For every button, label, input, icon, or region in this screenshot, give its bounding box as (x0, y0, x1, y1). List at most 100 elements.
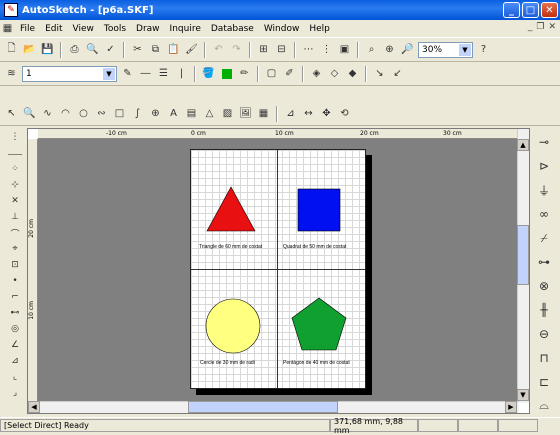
snap-ortho-icon[interactable]: ⌞ (8, 370, 23, 384)
line-style-icon[interactable]: ― (138, 66, 153, 81)
horizontal-scrollbar[interactable]: ◀ ▶ (28, 401, 519, 413)
scroll-left-icon[interactable]: ◀ (28, 401, 40, 413)
snap-endpoint-icon[interactable]: ⸺ (7, 146, 22, 160)
arc-icon[interactable]: ◠ (58, 106, 73, 121)
line-weight-icon[interactable]: ☰ (156, 66, 171, 81)
rotate-icon[interactable]: ⟲ (337, 106, 352, 121)
spellcheck-icon[interactable]: ✓ (103, 42, 118, 57)
scroll-up-icon[interactable]: ▲ (517, 139, 529, 151)
triangle-tool-icon[interactable]: △ (202, 106, 217, 121)
chevron-down-icon[interactable]: ▼ (103, 67, 115, 80)
fill-swatch-icon[interactable] (219, 66, 234, 81)
minimize-button[interactable]: _ (503, 2, 520, 18)
menu-database[interactable]: Database (206, 24, 259, 34)
dimension-tool-icon[interactable]: ↔ (301, 106, 316, 121)
zoom-window-icon[interactable]: ⌕ (364, 42, 379, 57)
line-end-icon[interactable]: | (174, 66, 189, 81)
snap-polar-icon[interactable]: ⊿ (8, 354, 23, 368)
zoom-icon[interactable]: 🔍 (22, 106, 37, 121)
menu-view[interactable]: View (68, 24, 99, 34)
yellow-circle[interactable] (204, 297, 262, 355)
menu-help[interactable]: Help (304, 24, 335, 34)
document-icon[interactable]: ▦ (0, 21, 15, 36)
close-button[interactable]: ✕ (541, 2, 558, 18)
scroll-right-icon[interactable]: ▶ (505, 401, 517, 413)
symbol-ground-icon[interactable]: ⏚ (537, 182, 552, 199)
curve-icon[interactable]: ∾ (94, 106, 109, 121)
paste-icon[interactable]: 📋 (166, 42, 181, 57)
ungroup-icon[interactable]: ⊟ (274, 42, 289, 57)
symbol-lamp-icon[interactable]: ⊗ (537, 278, 552, 295)
snap-tangent-icon[interactable]: ⌒ (8, 226, 23, 240)
menu-edit[interactable]: Edit (40, 24, 67, 34)
menu-window[interactable]: Window (259, 24, 305, 34)
polyline-icon[interactable]: ∿ (40, 106, 55, 121)
edit-icon[interactable]: ✐ (282, 66, 297, 81)
symbol-diode-icon[interactable]: ⊳ (537, 158, 552, 175)
grid-icon[interactable]: ⋯ (301, 42, 316, 57)
snap-center-icon[interactable]: ⊹ (8, 178, 23, 192)
layer-select[interactable]: 1 ▼ (22, 65, 117, 82)
snap-circle-icon[interactable]: ◎ (8, 322, 23, 336)
line-color-icon[interactable]: ✎ (120, 66, 135, 81)
redo-icon[interactable]: ↷ (229, 42, 244, 57)
symbol-capacitor-icon[interactable]: ╫ (537, 301, 552, 318)
zoom-extents-icon[interactable]: ⊕ (382, 42, 397, 57)
snap-insert-icon[interactable]: ⌐ (8, 290, 23, 304)
symbol-icon-3[interactable]: ◆ (345, 66, 360, 81)
snap-angle-icon[interactable]: ∠ (8, 338, 23, 352)
menu-draw[interactable]: Draw (131, 24, 165, 34)
dimension-icon-1[interactable]: ↘ (372, 66, 387, 81)
symbol-contact-icon[interactable]: ⊶ (537, 254, 552, 271)
symbol-fuse-icon[interactable]: ⊏ (537, 373, 552, 390)
menu-inquire[interactable]: Inquire (165, 24, 206, 34)
symbol-bell-icon[interactable]: ⌓ (537, 397, 552, 414)
snap-intersection-icon[interactable]: ✕ (8, 194, 23, 208)
snap-quadrant-icon[interactable]: ⊡ (8, 258, 23, 272)
format-painter-icon[interactable]: 🖌 (184, 42, 199, 57)
maximize-button[interactable]: □ (522, 2, 539, 18)
symbol-switch-icon[interactable]: ⌿ (537, 230, 552, 247)
snap-tracking-icon[interactable]: ⌟ (8, 386, 23, 400)
undo-icon[interactable]: ↶ (211, 42, 226, 57)
blue-square[interactable] (297, 188, 341, 232)
measure-icon[interactable]: ⊿ (283, 106, 298, 121)
new-file-icon[interactable]: 🗋 (4, 42, 19, 57)
drawing-canvas[interactable]: Triangle de 60 mm de costat Quadrat de 5… (38, 139, 519, 403)
mdi-minimize-icon[interactable]: _ (528, 22, 533, 32)
cut-icon[interactable]: ✂ (130, 42, 145, 57)
copy-icon[interactable]: ⧉ (148, 42, 163, 57)
snap-node-icon[interactable]: • (8, 274, 23, 288)
symbol-relay-icon[interactable]: ⊓ (537, 349, 552, 366)
rectangle-icon[interactable]: □ (112, 106, 127, 121)
symbol-resistor-icon[interactable]: ⊸ (537, 134, 552, 151)
select-arrow-icon[interactable]: ↖ (4, 106, 19, 121)
snap-icon[interactable]: ⋮ (319, 42, 334, 57)
print-icon[interactable]: ⎙ (67, 42, 82, 57)
vertical-scroll-thumb[interactable] (517, 225, 529, 285)
menu-tools[interactable]: Tools (99, 24, 131, 34)
snap-perpendicular-icon[interactable]: ⊥ (8, 210, 23, 224)
chevron-down-icon[interactable]: ▼ (459, 43, 471, 56)
mdi-restore-icon[interactable]: ❐ (536, 22, 544, 32)
symbol-motor-icon[interactable]: ⊖ (537, 325, 552, 342)
spline-icon[interactable]: ∫ (130, 106, 145, 121)
open-folder-icon[interactable]: 📂 (22, 42, 37, 57)
horizontal-scroll-thumb[interactable] (188, 401, 338, 413)
point-icon[interactable]: ⊕ (148, 106, 163, 121)
red-triangle[interactable] (205, 185, 257, 233)
print-preview-icon[interactable]: 🔍 (85, 42, 100, 57)
menu-file[interactable]: File (15, 24, 40, 34)
help-icon[interactable]: ? (476, 42, 491, 57)
dimension-icon-2[interactable]: ↙ (390, 66, 405, 81)
vertical-scrollbar[interactable]: ▲ ▼ (517, 129, 529, 403)
symbol-icon-1[interactable]: ◈ (309, 66, 324, 81)
frame-icon[interactable]: ▣ (337, 42, 352, 57)
snap-extension-icon[interactable]: ⊷ (8, 306, 23, 320)
snap-grid-icon[interactable]: ⋮ (8, 130, 23, 144)
symbol-coil-icon[interactable]: ∞ (537, 206, 552, 223)
symbol-icon-2[interactable]: ◇ (327, 66, 342, 81)
fill-color-icon[interactable]: 🪣 (201, 66, 216, 81)
text-icon[interactable]: A (166, 106, 181, 121)
drawing-sheet[interactable]: Triangle de 60 mm de costat Quadrat de 5… (190, 149, 366, 389)
